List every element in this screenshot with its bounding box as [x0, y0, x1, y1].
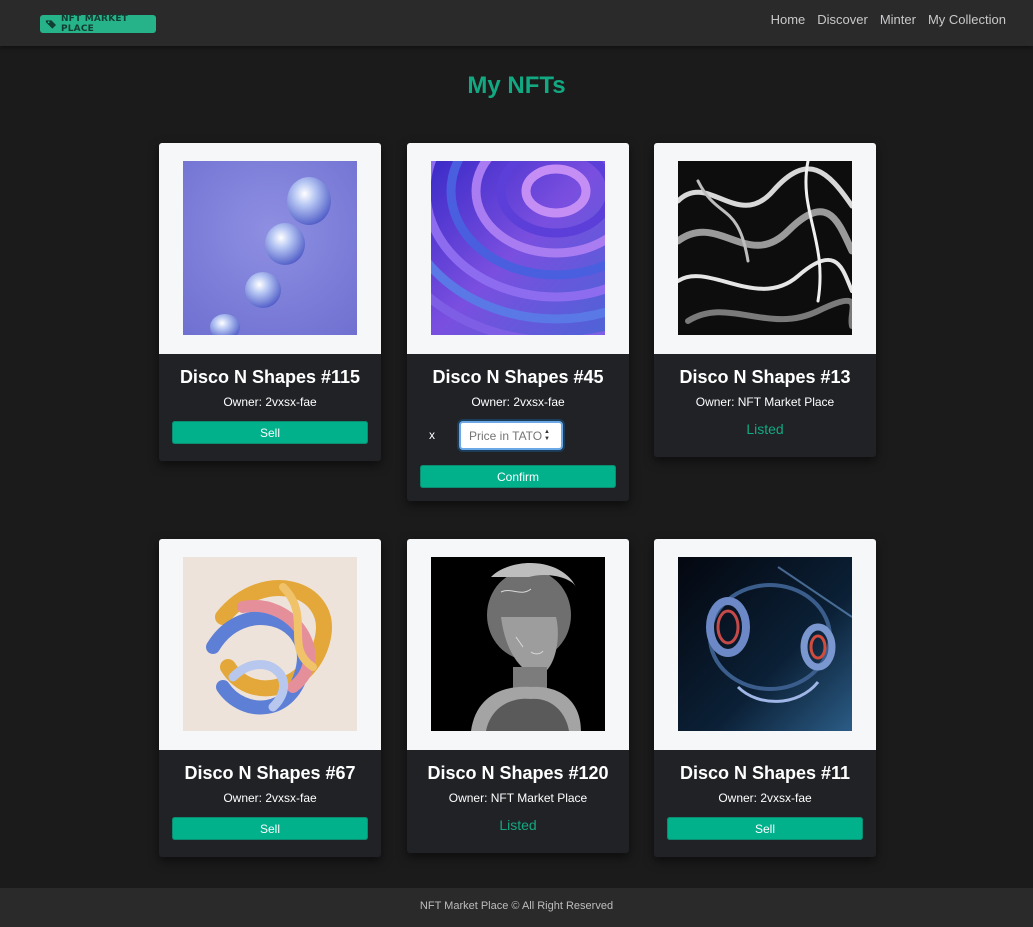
nft-image-frame [407, 539, 629, 750]
nft-owner: Owner: 2vxsx-fae [718, 791, 812, 805]
nft-owner: Owner: 2vxsx-fae [223, 791, 317, 805]
nft-title: Disco N Shapes #45 [432, 367, 604, 387]
nft-card: Disco N Shapes #11 Owner: 2vxsx-fae Sell [654, 539, 876, 857]
logo-text: NFT MARKET PLACE [60, 14, 129, 34]
logo[interactable]: NFT MARKET PLACE [40, 14, 156, 34]
nft-image-blue-glass-drops[interactable] [183, 161, 357, 335]
nft-title: Disco N Shapes #115 [179, 367, 361, 387]
listed-status: Listed [746, 421, 784, 437]
nft-card: Disco N Shapes #120 Owner: NFT Market Pl… [407, 539, 629, 853]
nft-image-frame [159, 143, 381, 354]
price-form: x ▲▼ [407, 421, 629, 453]
confirm-button[interactable]: Confirm [420, 465, 616, 488]
number-spinner-icon[interactable]: ▲ ▼ [543, 429, 551, 443]
nav-link-discover[interactable]: Discover [817, 12, 868, 27]
nft-card: Disco N Shapes #115 Owner: 2vxsx-fae Sel… [159, 143, 381, 461]
footer-text: NFT Market Place © All Right Reserved [419, 900, 614, 912]
navbar: NFT MARKET PLACE Home Discover Minter My… [0, 0, 1033, 46]
nft-title: Disco N Shapes #13 [679, 367, 851, 387]
listed-status: Listed [499, 817, 537, 833]
footer: NFT Market Place © All Right Reserved [0, 888, 1033, 927]
nft-image-glass-rings[interactable] [678, 557, 852, 731]
nft-owner: Owner: NFT Market Place [448, 791, 588, 805]
nft-image-purple-waves[interactable] [431, 161, 605, 335]
nft-owner: Owner: NFT Market Place [695, 395, 835, 409]
cancel-sell-button[interactable]: x [429, 428, 435, 442]
nft-image-marble-bust[interactable] [431, 557, 605, 731]
nft-card: Disco N Shapes #13 Owner: NFT Market Pla… [654, 143, 876, 457]
nft-card: Disco N Shapes #45 Owner: 2vxsx-fae x ▲▼… [407, 143, 629, 501]
nav-link-minter[interactable]: Minter [880, 12, 916, 27]
nft-title: Disco N Shapes #11 [679, 763, 851, 783]
nft-image-frame [159, 539, 381, 750]
logo-icon [45, 19, 57, 29]
nft-owner: Owner: 2vxsx-fae [471, 395, 565, 409]
nft-image-frame [654, 143, 876, 354]
nft-image-colorful-twist[interactable] [183, 557, 357, 731]
nav-links: Home Discover Minter My Collection [759, 12, 1006, 27]
nft-image-frame [654, 539, 876, 750]
nft-card: Disco N Shapes #67 Owner: 2vxsx-fae Sell [159, 539, 381, 857]
nft-title: Disco N Shapes #67 [184, 763, 356, 783]
nft-owner: Owner: 2vxsx-fae [223, 395, 317, 409]
nft-image-frame [407, 143, 629, 354]
page-title: My NFTs [467, 72, 566, 99]
sell-button[interactable]: Sell [172, 421, 368, 444]
sell-button[interactable]: Sell [172, 817, 368, 840]
nav-link-my-collection[interactable]: My Collection [928, 12, 1006, 27]
nav-link-home[interactable]: Home [771, 12, 806, 27]
nft-image-black-liquid-metal[interactable] [678, 161, 852, 335]
nft-title: Disco N Shapes #120 [427, 763, 609, 783]
sell-button[interactable]: Sell [667, 817, 863, 840]
